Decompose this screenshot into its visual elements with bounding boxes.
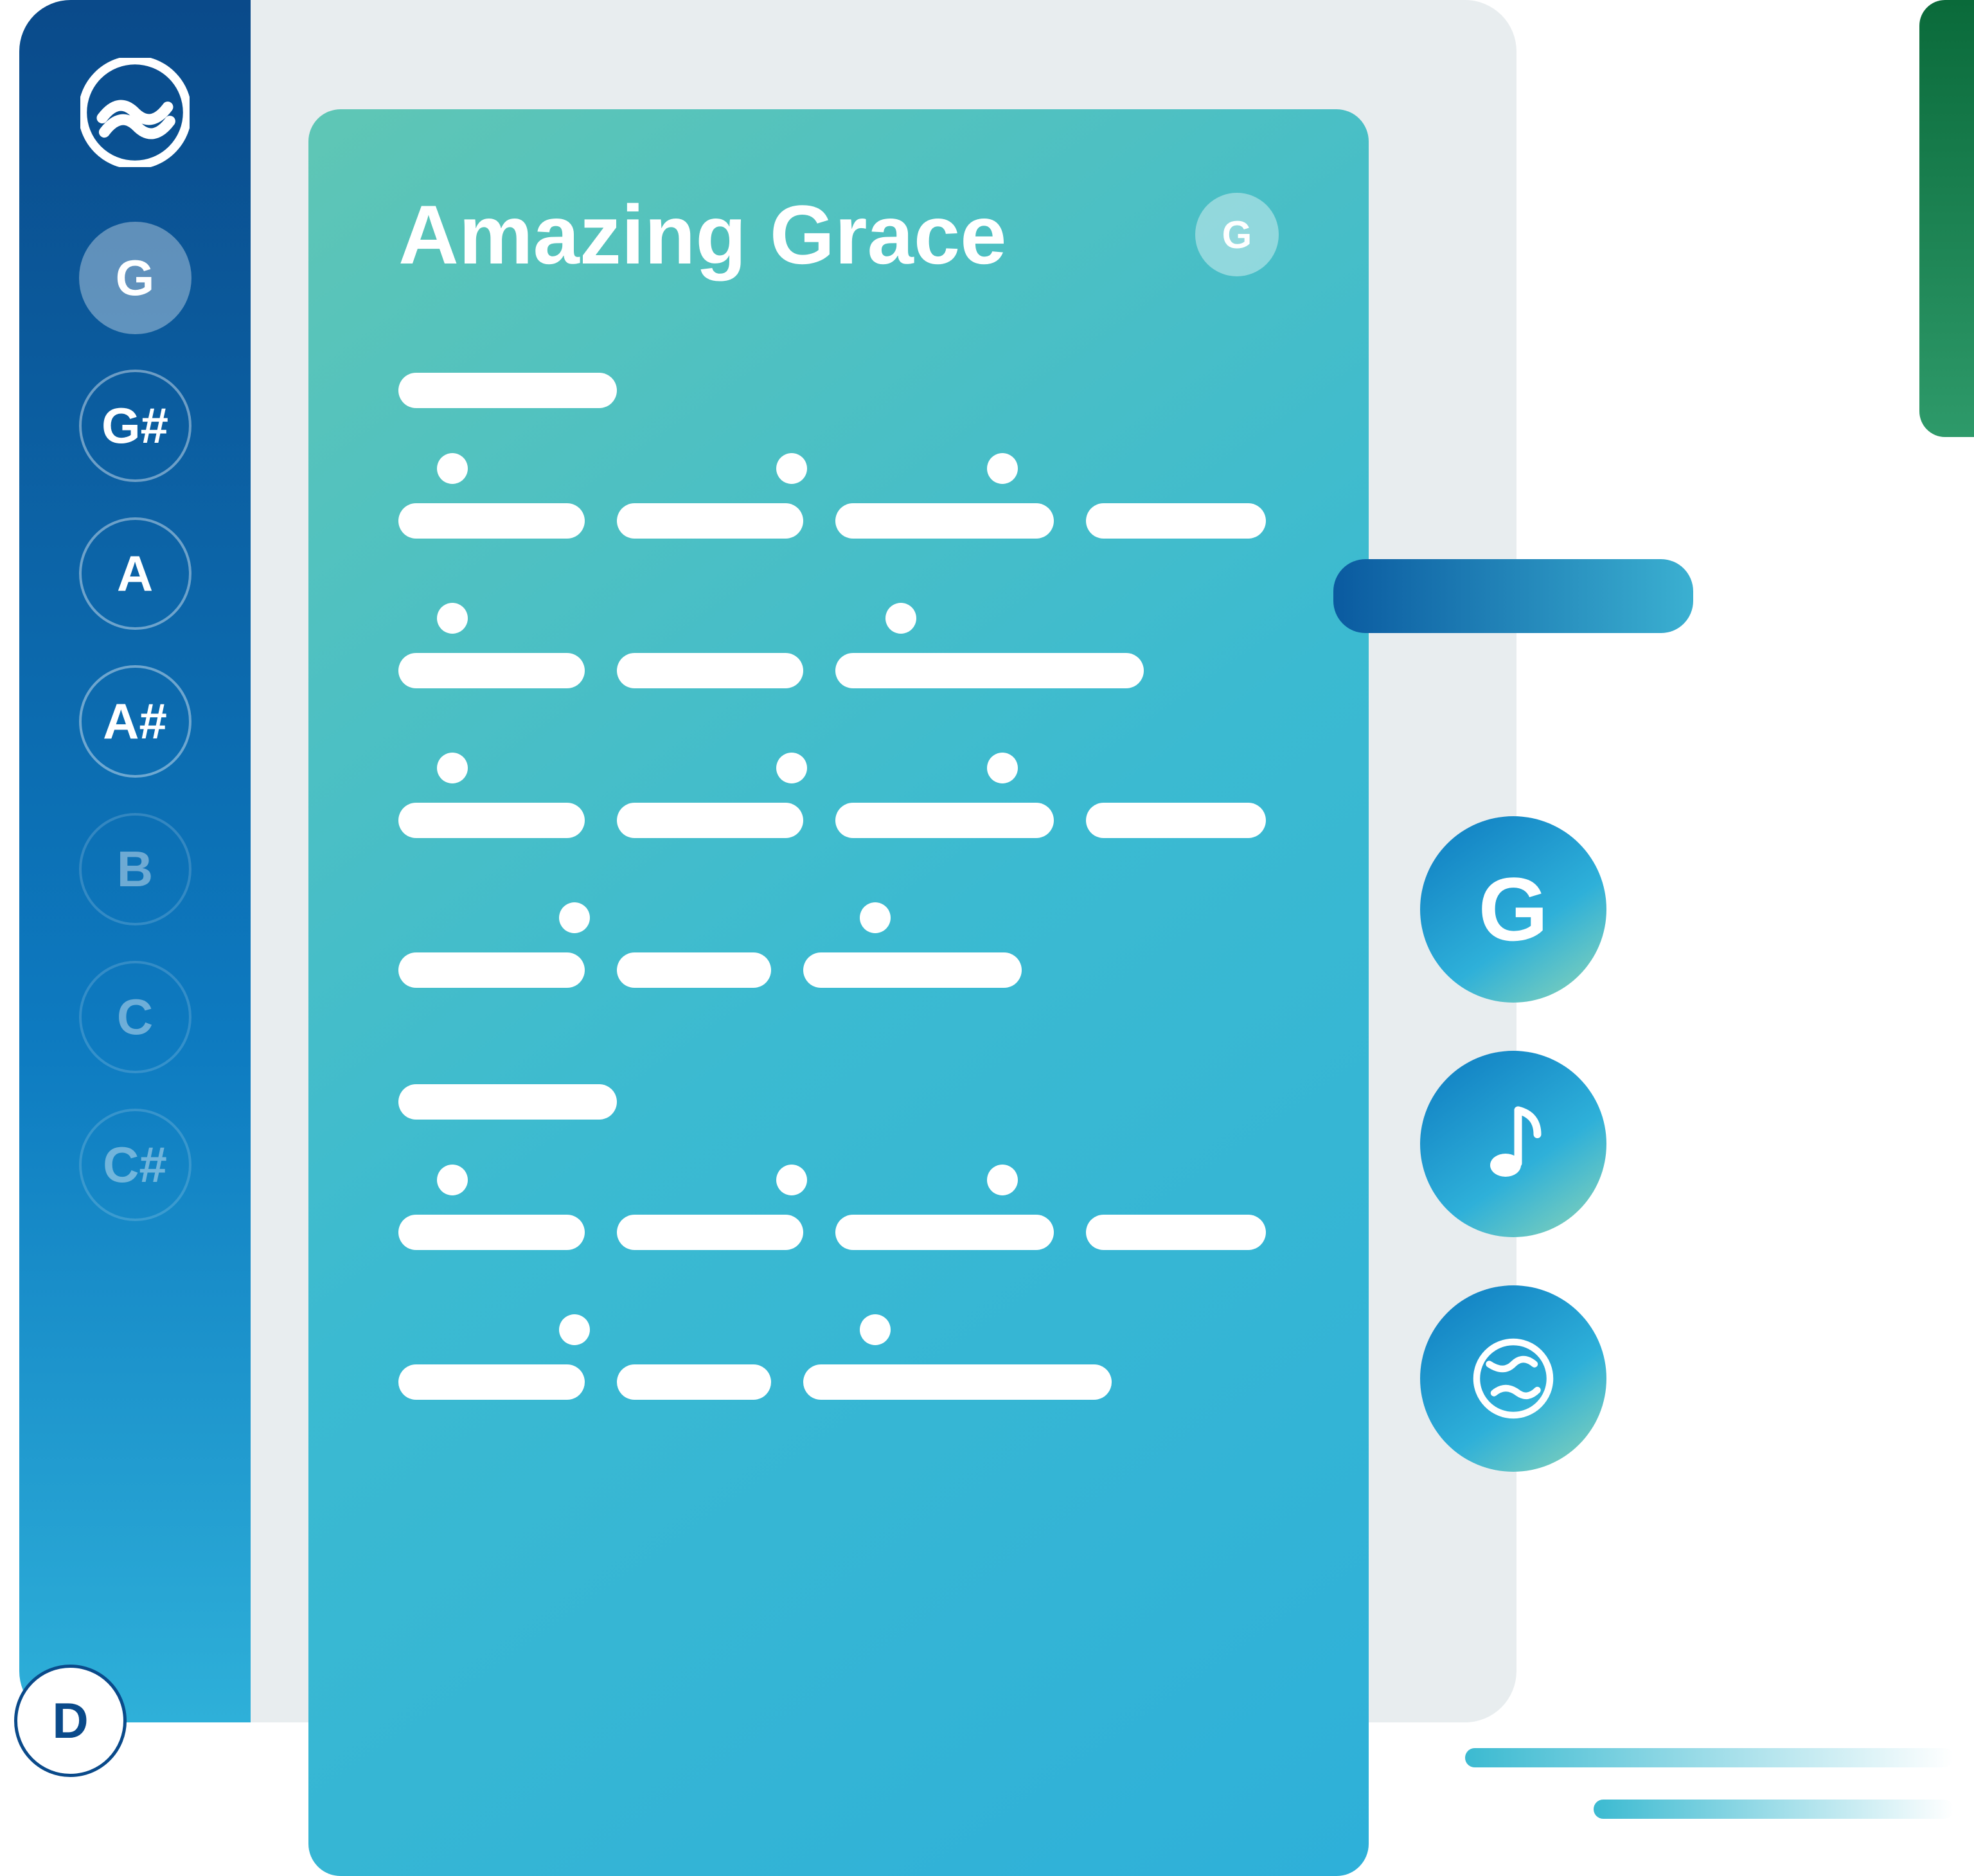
verse-section-1: [398, 373, 1279, 988]
chord-dot: [559, 1314, 590, 1345]
chord-row: [398, 1314, 1279, 1345]
lyric-placeholder: [803, 952, 1022, 988]
chord-dot: [776, 753, 807, 783]
decoration-lines: [1465, 1748, 1953, 1819]
lyric-placeholder: [398, 653, 585, 688]
verse-section-2: [398, 1084, 1279, 1400]
lyric-line: [398, 653, 1279, 688]
section-label-placeholder: [398, 373, 617, 408]
chord-dot: [860, 902, 891, 933]
chord-row: [398, 902, 1279, 933]
lyric-line: [398, 952, 1279, 988]
decoration-pill: [1333, 559, 1693, 633]
chord-row: [398, 603, 1279, 634]
chord-dot: [860, 1314, 891, 1345]
lyric-placeholder: [835, 653, 1144, 688]
chord-dot: [987, 753, 1018, 783]
lyric-placeholder: [835, 503, 1054, 539]
lyric-placeholder: [398, 1364, 585, 1400]
key-option-a[interactable]: A: [79, 517, 191, 630]
chord-row: [398, 753, 1279, 783]
lyric-placeholder: [617, 952, 771, 988]
sheet-header: Amazing Grace G: [398, 186, 1279, 283]
lyric-placeholder: [398, 803, 585, 838]
side-button-column: G: [1420, 816, 1606, 1472]
key-option-g-sharp[interactable]: G#: [79, 370, 191, 482]
key-option-c-sharp[interactable]: C#: [79, 1109, 191, 1221]
chord-dot: [885, 603, 916, 634]
lyric-placeholder: [617, 1364, 771, 1400]
chord-dot: [437, 603, 468, 634]
lyric-placeholder: [1086, 503, 1266, 539]
chord-dot: [987, 1165, 1018, 1195]
lyric-line: [398, 1364, 1279, 1400]
decoration-stripe: [1919, 0, 1974, 437]
key-option-g[interactable]: G: [79, 222, 191, 334]
key-option-a-sharp[interactable]: A#: [79, 665, 191, 778]
lyric-placeholder: [835, 803, 1054, 838]
lyric-placeholder: [617, 1215, 803, 1250]
globe-button[interactable]: [1420, 1285, 1606, 1472]
music-note-icon: [1465, 1096, 1561, 1192]
song-title: Amazing Grace: [398, 186, 1006, 283]
lyric-placeholder: [398, 503, 585, 539]
chord-dot: [559, 902, 590, 933]
lyric-placeholder: [398, 1215, 585, 1250]
chord-row: [398, 1165, 1279, 1195]
lyric-line: [398, 1215, 1279, 1250]
lyric-placeholder: [617, 653, 803, 688]
current-key-button[interactable]: G: [1420, 816, 1606, 1003]
key-option-c[interactable]: C: [79, 961, 191, 1073]
key-option-b[interactable]: B: [79, 813, 191, 925]
app-logo-icon[interactable]: [80, 58, 190, 167]
music-note-button[interactable]: [1420, 1051, 1606, 1237]
chord-dot: [776, 453, 807, 484]
chord-dot: [437, 753, 468, 783]
lyric-line: [398, 503, 1279, 539]
chord-dot: [987, 453, 1018, 484]
globe-icon: [1465, 1330, 1561, 1427]
key-sidebar: G G# A A# B C C#: [19, 0, 251, 1722]
lyric-line: [398, 803, 1279, 838]
lyric-placeholder: [1086, 1215, 1266, 1250]
lyric-placeholder: [1086, 803, 1266, 838]
song-key-badge[interactable]: G: [1195, 193, 1279, 276]
chord-row: [398, 453, 1279, 484]
key-option-d[interactable]: D: [14, 1665, 127, 1777]
lyric-placeholder: [835, 1215, 1054, 1250]
lyric-placeholder: [617, 503, 803, 539]
chord-dot: [437, 1165, 468, 1195]
chord-sheet: Amazing Grace G: [308, 109, 1369, 1876]
chord-dot: [776, 1165, 807, 1195]
lyric-placeholder: [803, 1364, 1112, 1400]
lyric-placeholder: [398, 952, 585, 988]
chord-dot: [437, 453, 468, 484]
lyric-placeholder: [617, 803, 803, 838]
section-label-placeholder: [398, 1084, 617, 1120]
